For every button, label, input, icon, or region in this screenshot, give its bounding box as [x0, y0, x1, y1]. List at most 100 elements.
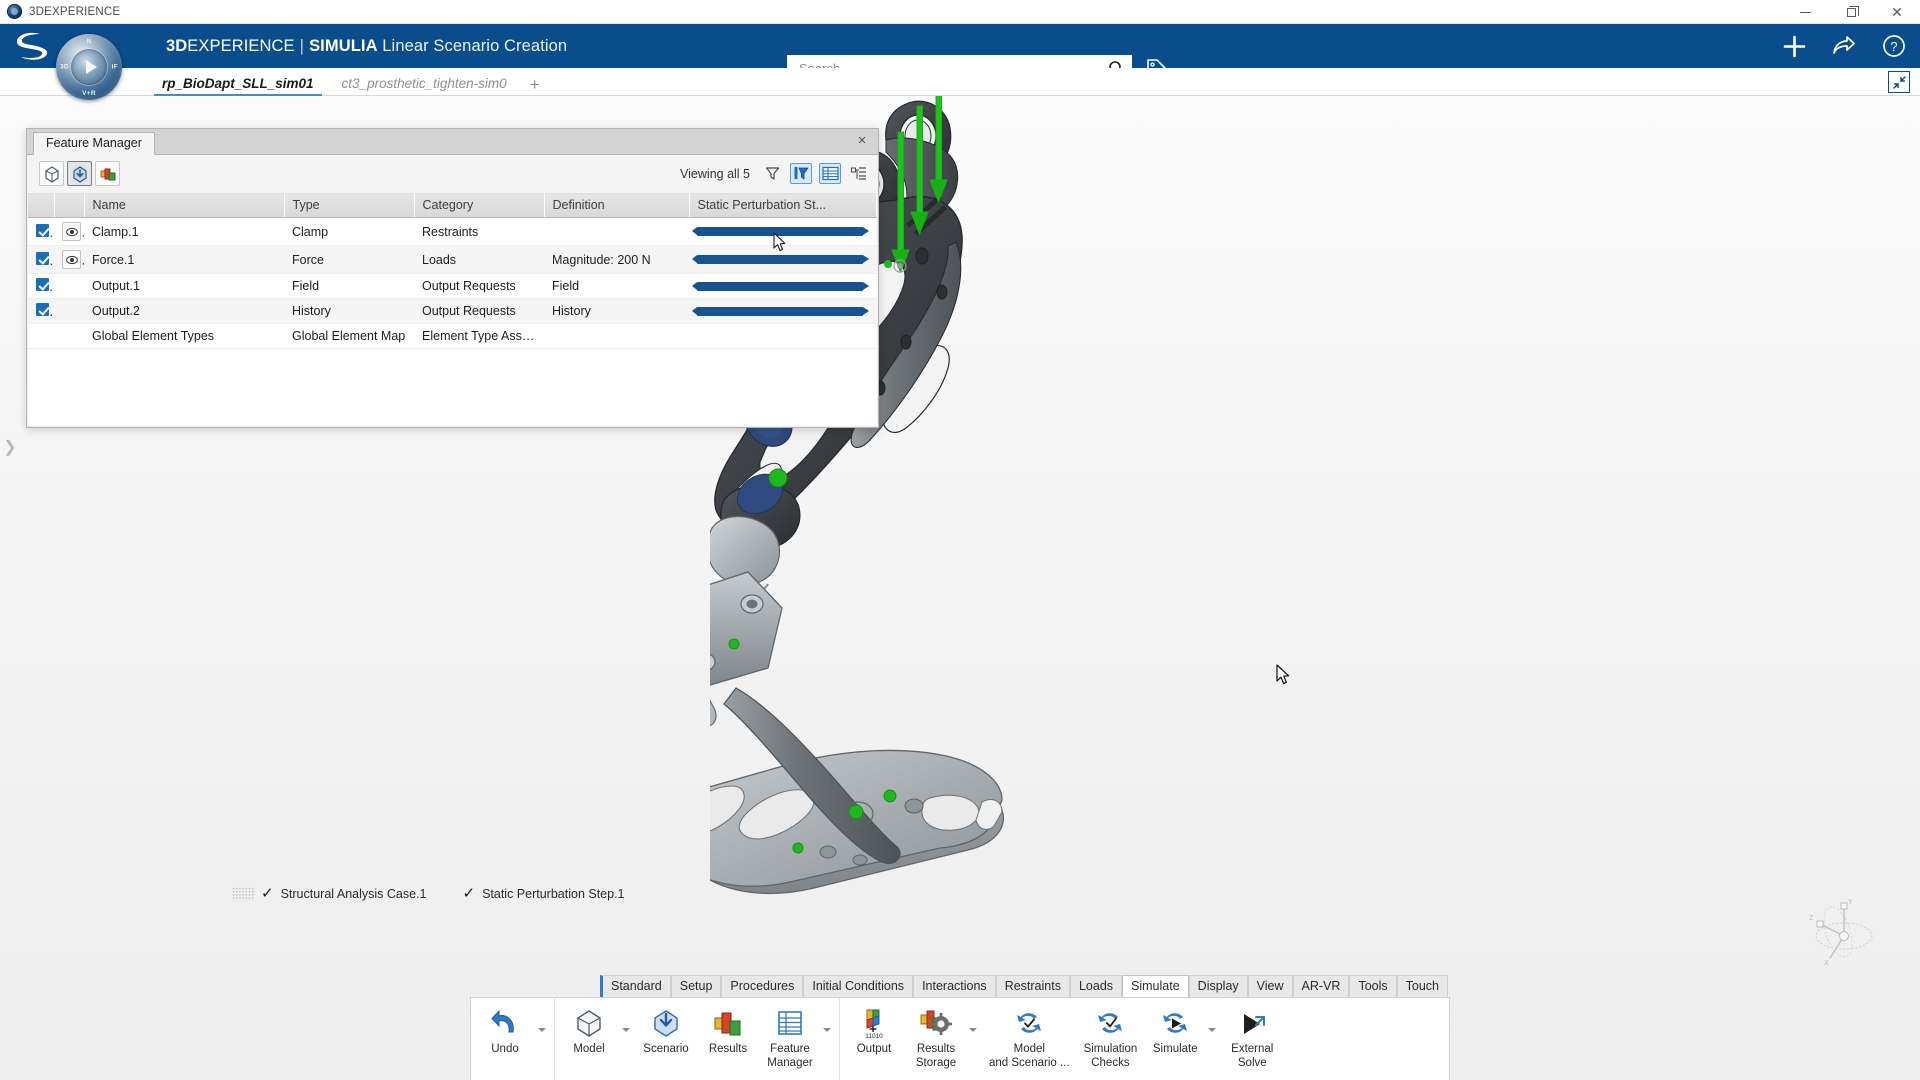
feature-manager-tab[interactable]: Feature Manager [33, 132, 155, 155]
window-title-bar: 3DEXPERIENCE ✕ [0, 0, 1920, 24]
filter-outline-icon[interactable] [761, 163, 783, 184]
ribbon-tab-touch[interactable]: Touch [1396, 975, 1448, 997]
table-row[interactable]: Force.1 Force Loads Magnitude: 200 N [28, 245, 877, 274]
row-status-bar [689, 273, 877, 299]
row-definition [544, 323, 689, 349]
viewing-count-label: Viewing all 5 [680, 166, 750, 181]
row-checkbox[interactable] [28, 323, 54, 349]
row-checkbox[interactable] [28, 298, 54, 324]
ribbon-tab-loads[interactable]: Loads [1069, 975, 1123, 997]
simulate-dropdown[interactable] [1206, 998, 1221, 1080]
undo-dropdown[interactable] [536, 998, 551, 1080]
column-header-name[interactable]: Name [84, 192, 285, 218]
maximize-button[interactable] [1828, 0, 1874, 24]
3d-compass[interactable]: N 3D iF V+R [56, 34, 122, 100]
add-tab-button[interactable]: + [521, 76, 549, 95]
ribbon-tab-ar-vr[interactable]: AR-VR [1292, 975, 1350, 997]
ribbon-tab-setup[interactable]: Setup [670, 975, 722, 997]
undo-button[interactable]: Undo [474, 998, 536, 1080]
row-visibility-toggle[interactable] [54, 217, 84, 246]
dassault-systemes-logo[interactable] [10, 29, 54, 63]
column-header-definition[interactable]: Definition [544, 192, 690, 218]
close-icon[interactable]: × [853, 131, 871, 149]
simulation-checks-button[interactable]: Simulation Checks [1077, 998, 1145, 1080]
collapse-fullscreen-icon[interactable] [1888, 71, 1910, 93]
row-name[interactable]: Force.1 [84, 245, 284, 274]
row-name[interactable]: Global Element Types [84, 323, 284, 349]
window-title: 3DEXPERIENCE [29, 5, 121, 18]
ribbon-tab-view[interactable]: View [1247, 975, 1293, 997]
row-name[interactable]: Output.1 [84, 273, 284, 299]
ribbon-tab-simulate[interactable]: Simulate [1122, 975, 1189, 997]
results-representation-button[interactable] [95, 161, 120, 186]
3d-viewport[interactable]: ❯ ✓ Structural Analysis Case.1 ✓ Static … [0, 96, 1920, 1080]
model-representation-button[interactable] [39, 161, 64, 186]
row-checkbox[interactable] [28, 217, 54, 246]
row-checkbox[interactable] [28, 273, 54, 299]
table-row[interactable]: Global Element Types Global Element Map … [28, 323, 877, 349]
column-header-checkbox[interactable] [28, 192, 55, 218]
analysis-case-label[interactable]: Structural Analysis Case.1 [281, 887, 427, 901]
axis-triad[interactable]: Y Z X [1804, 896, 1882, 968]
ribbon-group-simulate: 11010 Output Results Storage Model and S… [839, 998, 1286, 1080]
ribbon-tab-display[interactable]: Display [1188, 975, 1248, 997]
tab-ct3-prosthetic-tighten-sim0[interactable]: ct3_prosthetic_tighten-sim0 [328, 74, 521, 95]
feature-manager-dropdown[interactable] [821, 998, 836, 1080]
ribbon-tab-restraints[interactable]: Restraints [995, 975, 1070, 997]
plus-icon[interactable] [1783, 35, 1806, 58]
undo-label: Undo [491, 1043, 519, 1055]
check-icon-perturbation-step: ✓ [462, 885, 476, 902]
row-category: Restraints [414, 217, 544, 246]
results-storage-button[interactable]: Results Storage [905, 998, 967, 1080]
ribbon-tab-interactions[interactable]: Interactions [913, 975, 996, 997]
undo-arrow-icon [489, 1004, 521, 1042]
output-button[interactable]: 11010 Output [843, 998, 905, 1080]
question-mark-help-icon[interactable]: ? [1882, 34, 1906, 58]
row-checkbox[interactable] [28, 245, 54, 274]
ribbon-tab-tools[interactable]: Tools [1349, 975, 1397, 997]
scene-status-bar: ✓ Structural Analysis Case.1 ✓ Static Pe… [232, 886, 625, 901]
row-definition: History [544, 298, 689, 324]
row-name[interactable]: Clamp.1 [84, 217, 284, 246]
share-arrow-icon[interactable] [1832, 35, 1856, 57]
column-header-visibility[interactable] [54, 192, 85, 218]
table-row[interactable]: Output.1 Field Output Requests Field [28, 273, 877, 299]
ribbon-tab-standard[interactable]: Standard [600, 975, 671, 997]
column-header-type[interactable]: Type [284, 192, 415, 218]
table-row[interactable]: Output.2 History Output Requests History [28, 298, 877, 324]
row-visibility-toggle[interactable] [54, 245, 84, 274]
model-and-scenario-button[interactable]: Model and Scenario ... [982, 998, 1077, 1080]
tab-rp-biodapt-sll-sim01[interactable]: rp_BioDapt_SLL_sim01 [148, 74, 328, 96]
results-storage-dropdown[interactable] [967, 998, 982, 1080]
column-header-static-perturbation[interactable]: Static Perturbation St... [689, 192, 877, 218]
feature-manager-toolbar-right: Viewing all 5 [680, 163, 870, 184]
feature-manager-label: Feature Manager [767, 1043, 813, 1069]
external-solve-button[interactable]: External Solve [1221, 998, 1283, 1080]
tree-view-icon[interactable] [848, 163, 870, 184]
simulate-button[interactable]: Simulate [1144, 998, 1206, 1080]
perturbation-step-label[interactable]: Static Perturbation Step.1 [482, 887, 624, 901]
column-header-category[interactable]: Category [414, 192, 545, 218]
model-button[interactable]: Model [558, 998, 620, 1080]
triad-label-x: X [1824, 960, 1829, 967]
feature-manager-dialog[interactable]: Feature Manager × Viewing all 5 Name Typ… [26, 128, 879, 428]
table-row[interactable]: Clamp.1 Clamp Restraints [28, 217, 877, 246]
close-button[interactable]: ✕ [1874, 0, 1920, 24]
feature-table: Name Type Category Definition Static Per… [28, 192, 877, 349]
ribbon-tab-initial-conditions[interactable]: Initial Conditions [803, 975, 914, 997]
ankle-foot-assembly [710, 687, 1004, 895]
model-dropdown[interactable] [620, 998, 635, 1080]
row-name[interactable]: Output.2 [84, 298, 284, 324]
feature-manager-toolbar: Viewing all 5 [27, 155, 878, 192]
filter-active-icon[interactable] [790, 163, 812, 184]
scenario-button[interactable]: Scenario [635, 998, 697, 1080]
chevron-right-icon[interactable]: ❯ [2, 436, 18, 458]
feature-manager-button[interactable]: Feature Manager [759, 998, 821, 1080]
compass-center-button[interactable] [71, 49, 107, 85]
feature-manager-table-container[interactable]: Name Type Category Definition Static Per… [28, 192, 877, 426]
table-view-icon[interactable] [819, 163, 841, 184]
ribbon-tab-procedures[interactable]: Procedures [721, 975, 804, 997]
minimize-button[interactable] [1782, 0, 1828, 24]
results-button[interactable]: Results [697, 998, 759, 1080]
scenario-representation-button[interactable] [67, 161, 92, 186]
